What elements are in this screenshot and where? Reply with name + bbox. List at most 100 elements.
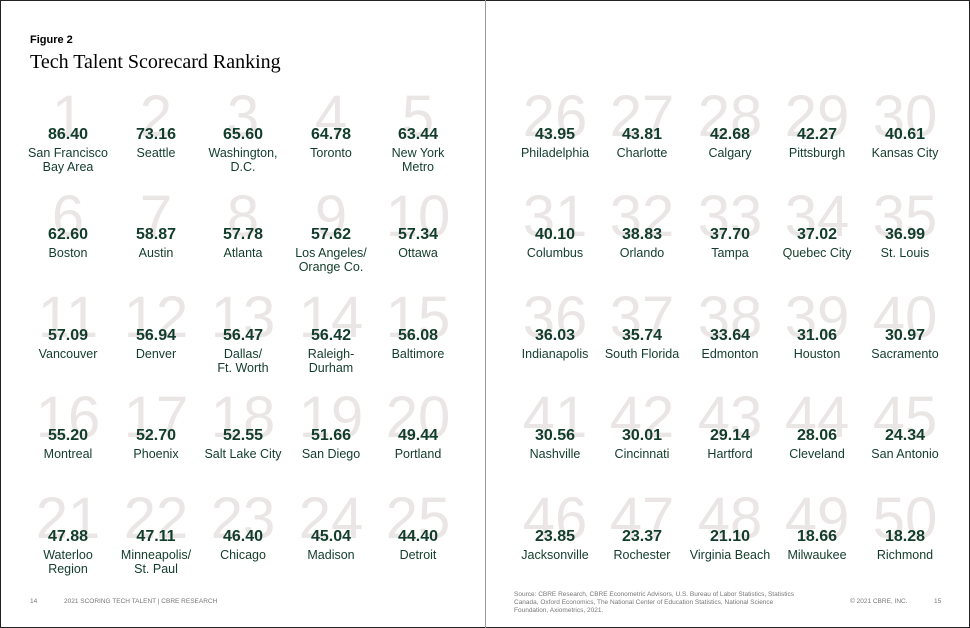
source-line: Canada, Oxford Economics, The National C… — [514, 599, 774, 606]
ranking-cell: 41 30.56 Nashville — [511, 389, 599, 497]
ranking-cell: 44 28.06 Cleveland — [773, 389, 861, 497]
city-name: Quebec City — [773, 246, 861, 260]
score-value: 23.37 — [621, 528, 663, 545]
city-name-line: Pittsburgh — [788, 146, 846, 160]
city-name: Columbus — [511, 246, 599, 260]
city-name-line: Madison — [307, 548, 355, 562]
ranking-cell: 43 29.14 Hartford — [686, 389, 774, 497]
city-name: Baltimore — [374, 347, 462, 361]
city-name-line: Milwaukee — [787, 548, 847, 562]
score-value: 47.88 — [47, 528, 89, 545]
score-value: 23.85 — [534, 528, 576, 545]
ranking-cell: 26 43.95 Philadelphia — [511, 88, 599, 196]
source-note: Source: CBRE Research, CBRE Econometric … — [514, 591, 814, 615]
city-name: Montreal — [24, 447, 112, 461]
city-name: Edmonton — [686, 347, 774, 361]
city-name: Philadelphia — [511, 146, 599, 160]
city-name: Raleigh-Durham — [287, 347, 375, 375]
score-value: 44.40 — [397, 528, 439, 545]
city-name: Madison — [287, 548, 375, 562]
ranking-cell: 28 42.68 Calgary — [686, 88, 774, 196]
city-name: Seattle — [112, 146, 200, 160]
city-name: Dallas/Ft. Worth — [199, 347, 287, 375]
city-name-line: Boston — [48, 246, 88, 260]
city-name-line: Detroit — [399, 548, 437, 562]
ranking-cell: 47 23.37 Rochester — [598, 490, 686, 598]
city-name: Virginia Beach — [686, 548, 774, 562]
score-value: 40.61 — [884, 126, 926, 143]
source-line: Foundation, Axiometrics, 2021. — [514, 607, 604, 614]
score-value: 57.34 — [397, 226, 439, 243]
city-name-line: Baltimore — [391, 347, 445, 361]
ranking-cell: 9 57.62 Los Angeles/Orange Co. — [287, 188, 375, 296]
city-name: Portland — [374, 447, 462, 461]
score-value: 36.03 — [534, 327, 576, 344]
city-name-line: Houston — [793, 347, 841, 361]
city-name: Richmond — [861, 548, 949, 562]
city-name-line: Salt Lake City — [204, 447, 282, 461]
ranking-cell: 40 30.97 Sacramento — [861, 289, 949, 397]
city-name: Chicago — [199, 548, 287, 562]
score-value: 46.40 — [222, 528, 264, 545]
ranking-cell: 50 18.28 Richmond — [861, 490, 949, 598]
city-name: Phoenix — [112, 447, 200, 461]
ranking-cell: 46 23.85 Jacksonville — [511, 490, 599, 598]
ranking-cell: 33 37.70 Tampa — [686, 188, 774, 296]
score-value: 57.09 — [47, 327, 89, 344]
score-value: 64.78 — [310, 126, 352, 143]
score-value: 38.83 — [621, 226, 663, 243]
city-name-line: Minneapolis/ — [120, 548, 192, 562]
city-name-line: Austin — [138, 246, 174, 260]
city-name: Minneapolis/St. Paul — [112, 548, 200, 576]
score-value: 33.64 — [709, 327, 751, 344]
ranking-cell: 29 42.27 Pittsburgh — [773, 88, 861, 196]
figure-label: Figure 2 — [30, 34, 73, 46]
city-name: Calgary — [686, 146, 774, 160]
city-name: Sacramento — [861, 347, 949, 361]
city-name: Pittsburgh — [773, 146, 861, 160]
city-name-line: Bay Area — [42, 160, 94, 174]
city-name-line: Dallas/ — [223, 347, 263, 361]
score-value: 31.06 — [796, 327, 838, 344]
city-name: Cleveland — [773, 447, 861, 461]
city-name-line: Atlanta — [223, 246, 263, 260]
city-name-line: Ft. Worth — [217, 361, 269, 375]
city-name-line: Raleigh-Durham — [307, 347, 355, 375]
score-value: 18.28 — [884, 528, 926, 545]
ranking-cell: 16 55.20 Montreal — [24, 389, 112, 497]
city-name-line: Columbus — [526, 246, 584, 260]
city-name: Vancouver — [24, 347, 112, 361]
city-name-line: Indianapolis — [521, 347, 589, 361]
score-value: 52.55 — [222, 427, 264, 444]
city-name-line: Ottawa — [398, 246, 438, 260]
score-value: 65.60 — [222, 126, 264, 143]
city-name: Salt Lake City — [199, 447, 287, 461]
ranking-cell: 11 57.09 Vancouver — [24, 289, 112, 397]
ranking-cell: 35 36.99 St. Louis — [861, 188, 949, 296]
city-name: San Antonio — [861, 447, 949, 461]
left-page-number: 14 — [30, 598, 38, 605]
city-name-line: San Antonio — [871, 447, 939, 461]
city-name-line: Calgary — [708, 146, 752, 160]
page-divider — [485, 0, 486, 628]
score-value: 62.60 — [47, 226, 89, 243]
source-line: Source: CBRE Research, CBRE Econometric … — [514, 591, 794, 598]
city-name: Denver — [112, 347, 200, 361]
score-value: 47.11 — [136, 528, 176, 545]
ranking-cell: 18 52.55 Salt Lake City — [199, 389, 287, 497]
ranking-cell: 24 45.04 Madison — [287, 490, 375, 598]
ranking-cell: 23 46.40 Chicago — [199, 490, 287, 598]
score-value: 37.70 — [709, 226, 751, 243]
score-value: 35.74 — [621, 327, 663, 344]
ranking-cell: 19 51.66 San Diego — [287, 389, 375, 497]
city-name: Houston — [773, 347, 861, 361]
score-value: 24.34 — [884, 427, 926, 444]
ranking-cell: 25 44.40 Detroit — [374, 490, 462, 598]
left-running-head: 2021 SCORING TECH TALENT | CBRE RESEARCH — [64, 598, 218, 605]
city-name: Nashville — [511, 447, 599, 461]
city-name-line: Region — [48, 562, 88, 576]
score-value: 49.44 — [397, 427, 439, 444]
city-name-line: Kansas City — [871, 146, 939, 160]
city-name-line: Phoenix — [133, 447, 179, 461]
score-value: 28.06 — [796, 427, 838, 444]
